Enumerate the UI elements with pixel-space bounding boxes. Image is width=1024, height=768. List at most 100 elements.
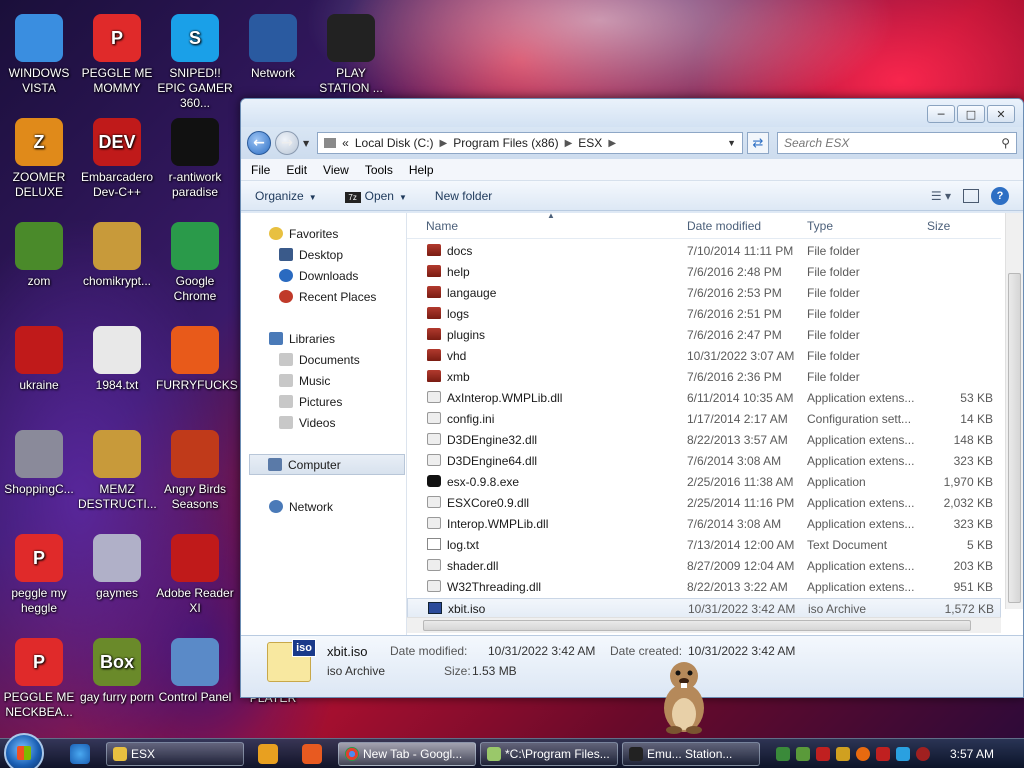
desktop-icon-sniped-epic-gamer-360[interactable]: S SNIPED!! EPIC GAMER 360... <box>156 14 234 111</box>
view-options-icon[interactable]: ☰ ▾ <box>931 189 951 203</box>
desktop-icon-peggle-me-neckbea[interactable]: P PEGGLE ME NECKBEA... <box>0 638 78 720</box>
address-bar[interactable]: « Local Disk (C:) ▶ Program Files (x86) … <box>317 132 743 154</box>
nav-recent-places[interactable]: Recent Places <box>279 286 376 307</box>
file-row[interactable]: W32Threading.dll 8/22/2013 3:22 AM Applica… <box>407 577 1001 598</box>
desktop-icon-memz-destructi[interactable]: MEMZ DESTRUCTI... <box>78 430 157 512</box>
nav-pictures[interactable]: Pictures <box>279 391 342 412</box>
file-row[interactable]: xmb 7/6/2016 2:36 PM File folder <box>407 367 1001 388</box>
internet-explorer-icon[interactable] <box>70 744 90 764</box>
nav-videos[interactable]: Videos <box>279 412 335 433</box>
volume-icon[interactable] <box>916 747 930 761</box>
breadcrumb-item-drive[interactable]: Local Disk (C:) <box>355 136 434 150</box>
help-icon[interactable]: ? <box>991 187 1009 205</box>
vertical-scrollbar[interactable] <box>1005 213 1023 609</box>
taskbar-item-esx[interactable]: ESX <box>106 742 244 766</box>
nav-music[interactable]: Music <box>279 370 330 391</box>
file-row[interactable]: ESXCore0.9.dll 2/25/2014 11:16 PM Applicat… <box>407 493 1001 514</box>
file-row[interactable]: log.txt 7/13/2014 12:00 AM Text Document 5 … <box>407 535 1001 556</box>
breadcrumb-separator-icon[interactable]: ▶ <box>440 138 448 149</box>
breadcrumb-overflow[interactable]: « <box>342 136 349 150</box>
menu-file[interactable]: File <box>251 163 270 177</box>
desktop-icon-embarcadero-dev-c[interactable]: DEV Embarcadero Dev-C++ <box>78 118 156 200</box>
nav-downloads[interactable]: Downloads <box>279 265 358 286</box>
file-row[interactable]: plugins 7/6/2016 2:47 PM File folder <box>407 325 1001 346</box>
breadcrumb-separator-icon[interactable]: ▶ <box>565 138 573 149</box>
search-input[interactable]: Search ESX ⚲ <box>777 132 1017 154</box>
scroll-thumb[interactable] <box>423 620 971 631</box>
desktop-icon-play-station[interactable]: PLAY STATION ... <box>312 14 390 96</box>
file-row[interactable]: config.ini 1/17/2014 2:17 AM Configuration… <box>407 409 1001 430</box>
desktop-icon-zom[interactable]: zom <box>0 222 78 289</box>
minimize-button[interactable]: ─ <box>927 105 955 123</box>
desktop-icon-angry-birds-seasons[interactable]: Angry Birds Seasons <box>156 430 234 512</box>
close-button[interactable]: ✕ <box>987 105 1015 123</box>
desktop-icon-shoppingc[interactable]: ShoppingC... <box>0 430 78 497</box>
desktop-icon-furryfucks[interactable]: FURRYFUCKS <box>156 326 238 393</box>
nav-documents[interactable]: Documents <box>279 349 360 370</box>
column-size[interactable]: Size <box>927 219 950 233</box>
desktop-icon-control-panel[interactable]: Control Panel <box>156 638 234 705</box>
organize-button[interactable]: Organize ▼ <box>255 189 317 203</box>
security-shield-icon[interactable] <box>776 747 790 761</box>
nav-favorites[interactable]: Favorites <box>269 223 338 244</box>
maximize-button[interactable]: □ <box>957 105 985 123</box>
flag-icon[interactable] <box>876 747 890 761</box>
file-row[interactable]: D3DEngine64.dll 7/6/2014 3:08 AM Applicati… <box>407 451 1001 472</box>
tool-icon[interactable] <box>836 747 850 761</box>
taskbar-item-notepad[interactable]: *C:\Program Files... <box>480 742 618 766</box>
display-icon[interactable] <box>896 747 910 761</box>
history-dropdown-icon[interactable]: ▼ <box>303 139 309 148</box>
menu-help[interactable]: Help <box>409 163 434 177</box>
file-row[interactable]: AxInterop.WMPLib.dll 6/11/2014 10:35 AM Ap… <box>407 388 1001 409</box>
desktop-icon-chomikrypt[interactable]: chomikrypt... <box>78 222 156 289</box>
nav-libraries[interactable]: Libraries <box>269 328 335 349</box>
address-dropdown-icon[interactable]: ▼ <box>727 138 736 148</box>
file-row[interactable]: langauge 7/6/2016 2:53 PM File folder <box>407 283 1001 304</box>
breadcrumb-item-program-files[interactable]: Program Files (x86) <box>453 136 558 150</box>
desktop-icon-peggle-me-mommy[interactable]: P PEGGLE ME MOMMY <box>78 14 156 96</box>
file-row[interactable]: shader.dll 8/27/2009 12:04 AM Application … <box>407 556 1001 577</box>
file-row[interactable]: D3DEngine32.dll 8/22/2013 3:57 AM Applicat… <box>407 430 1001 451</box>
horizontal-scrollbar[interactable] <box>407 617 1001 633</box>
media-player-icon[interactable] <box>258 744 278 764</box>
menu-tools[interactable]: Tools <box>365 163 393 177</box>
paint-icon[interactable] <box>302 744 322 764</box>
menu-edit[interactable]: Edit <box>286 163 307 177</box>
desktop-icon-1984-txt[interactable]: 1984.txt <box>78 326 156 393</box>
nav-computer[interactable]: Computer <box>249 454 405 475</box>
preview-pane-icon[interactable] <box>963 189 979 203</box>
breadcrumb-item-esx[interactable]: ESX <box>578 136 602 150</box>
desktop-icon-windows-vista[interactable]: WINDOWS VISTA <box>0 14 78 96</box>
forward-button[interactable]: → <box>275 131 299 155</box>
start-button[interactable] <box>4 733 44 768</box>
open-button[interactable]: 7z Open ▼ <box>344 189 407 203</box>
nav-network[interactable]: Network <box>269 496 333 517</box>
desktop-icon-google-chrome[interactable]: Google Chrome <box>156 222 234 304</box>
scroll-thumb[interactable] <box>1008 273 1021 603</box>
desktop-icon-gaymes[interactable]: gaymes <box>78 534 156 601</box>
desktop-icon-r-antiwork-paradise[interactable]: r-antiwork paradise <box>156 118 234 200</box>
search-tray-icon[interactable] <box>856 747 870 761</box>
nav-desktop[interactable]: Desktop <box>279 244 343 265</box>
desktop-icon-adobe-reader-xi[interactable]: Adobe Reader XI <box>156 534 234 616</box>
file-row[interactable]: help 7/6/2016 2:48 PM File folder <box>407 262 1001 283</box>
taskbar-item-emulator[interactable]: Emu... Station... <box>622 742 760 766</box>
column-name[interactable]: Name <box>426 219 458 233</box>
file-row[interactable]: esx-0.9.8.exe 2/25/2016 11:38 AM Applicati… <box>407 472 1001 493</box>
file-row[interactable]: docs 7/10/2014 11:11 PM File folder <box>407 241 1001 262</box>
desktop-icon-zoomer-deluxe[interactable]: Z ZOOMER DELUXE <box>0 118 78 200</box>
back-button[interactable]: ← <box>247 131 271 155</box>
desktop-icon-gay-furry-porn[interactable]: Box gay furry porn <box>78 638 156 705</box>
breadcrumb-separator-icon[interactable]: ▶ <box>608 138 616 149</box>
search-icon[interactable]: ⚲ <box>1001 136 1010 150</box>
new-folder-button[interactable]: New folder <box>435 189 492 203</box>
taskbar-item-chrome[interactable]: New Tab - Googl... <box>338 742 476 766</box>
column-date-modified[interactable]: Date modified <box>687 219 761 233</box>
file-row[interactable]: xbit.iso 10/31/2022 3:42 AM iso Archive 1,5… <box>407 598 1001 619</box>
file-row[interactable]: vhd 10/31/2022 3:07 AM File folder <box>407 346 1001 367</box>
file-row[interactable]: Interop.WMPLib.dll 7/6/2014 3:08 AM Applic… <box>407 514 1001 535</box>
desktop-icon-network[interactable]: Network <box>234 14 312 81</box>
file-row[interactable]: logs 7/6/2016 2:51 PM File folder <box>407 304 1001 325</box>
antivirus-icon[interactable] <box>816 747 830 761</box>
desktop-icon-ukraine[interactable]: ukraine <box>0 326 78 393</box>
